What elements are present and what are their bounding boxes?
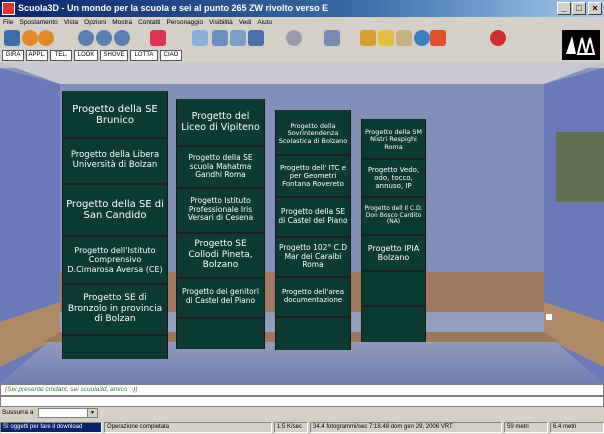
status-distance-1: 59 metri (504, 422, 548, 433)
project-link[interactable]: Progetto della SM Nistri Respighi Roma (362, 122, 425, 158)
home-icon[interactable] (4, 30, 20, 46)
project-link[interactable]: Progetto dell'Istituto Comprensivo D.Cim… (63, 237, 167, 283)
people-icon[interactable] (212, 30, 228, 46)
app-icon[interactable] (2, 2, 15, 15)
menu-bar: File Spostamento Vista Opzioni Mostra Contatt… (0, 17, 604, 28)
project-panel-2: Progetto del Liceo di Vipiteno Progetto … (176, 99, 265, 349)
cmd-shove-button[interactable]: SHOVE (100, 50, 128, 61)
project-link[interactable]: Progetto 102° C.D Mar dei Caraibi Roma (276, 238, 350, 276)
project-link[interactable]: Progetto della SE di Castel del Piano (276, 198, 350, 236)
notes-icon[interactable] (396, 30, 412, 46)
status-downloads: Sì oggetti per fare il download (0, 422, 102, 433)
nav-up-icon[interactable] (114, 30, 130, 46)
3d-viewport[interactable]: Progetto della SE Brunico Progetto della… (0, 62, 604, 384)
menu-aiuto[interactable]: Aiuto (254, 17, 275, 28)
project-link[interactable]: Progetto della Sovrintendenza Scolastica… (276, 114, 350, 154)
project-link[interactable] (362, 307, 425, 340)
project-link[interactable]: Progetto SE Collodi Pineta, Bolzano (177, 234, 264, 276)
panel-divider (63, 283, 167, 285)
title-bar: Scuola3D - Un mondo per la scuola e sei … (0, 0, 604, 17)
chat-log: (Sei presente cmdant, sei scuola3d, amic… (0, 384, 604, 396)
back-icon[interactable] (22, 30, 38, 46)
project-link[interactable]: Progetto dei genitori di Castel del Pian… (177, 279, 264, 315)
status-speed: 1.5 K/sec (274, 422, 308, 433)
cmd-appl-button[interactable]: APPL. (26, 50, 48, 61)
cmd-ciao-button[interactable]: CIAO (160, 50, 182, 61)
command-bar: GIRA APPL. TEL. LOOK SHOVE LOTTA CIAO (0, 49, 604, 62)
project-link[interactable]: Progetto del Liceo di Vipiteno (177, 103, 264, 143)
project-link[interactable]: Progetto della SE di San Candido (63, 187, 167, 233)
cmd-look-button[interactable]: LOOK (74, 50, 98, 61)
menu-vista[interactable]: Vista (61, 17, 81, 28)
menu-personaggio[interactable]: Personaggio (163, 17, 206, 28)
project-link[interactable]: Progetto Vedo, odo, tocco, annuso, IP (362, 160, 425, 196)
forward-icon[interactable] (38, 30, 54, 46)
window-title: Scuola3D - Un mondo per la scuola e sei … (18, 3, 329, 13)
project-link[interactable]: Progetto dell' ITC e per Geometri Fontan… (276, 156, 350, 196)
menu-spostamento[interactable]: Spostamento (16, 17, 60, 28)
project-panel-1: Progetto della SE Brunico Progetto della… (62, 91, 168, 359)
nav-right-icon[interactable] (96, 30, 112, 46)
project-panel-3: Progetto della Sovrintendenza Scolastica… (275, 110, 351, 350)
save-icon[interactable] (286, 30, 302, 46)
status-progress: Operazione completata (104, 422, 272, 433)
whisper-label: Sussurra a (2, 409, 34, 416)
toolbar (0, 28, 604, 49)
project-link[interactable] (63, 337, 167, 357)
project-link[interactable]: Progetto dell'area documentazione (276, 278, 350, 314)
teleport-icon[interactable] (324, 30, 340, 46)
chevron-down-icon[interactable]: ▼ (87, 409, 97, 417)
refresh-icon[interactable] (414, 30, 430, 46)
status-distance-2: 6.4 metri (550, 422, 604, 433)
menu-contatti[interactable]: Contatti (135, 17, 163, 28)
project-panel-4: Progetto della SM Nistri Respighi Roma P… (361, 119, 426, 342)
panel-divider (63, 183, 167, 185)
person-icon[interactable] (192, 30, 208, 46)
project-link[interactable]: Progetto della SE Brunico (63, 95, 167, 135)
close-button[interactable]: × (588, 2, 602, 15)
walk-icon[interactable] (150, 30, 166, 46)
build-icon[interactable] (378, 30, 394, 46)
globe-icon[interactable] (248, 30, 264, 46)
status-fps: 34.4 fotogrammi/sec 7:18.48 dom gen 29, … (310, 422, 502, 433)
panel-divider (63, 137, 167, 139)
minimize-button[interactable]: _ (557, 2, 571, 15)
project-link[interactable]: Progetto SE di Bronzolo in provincia di … (63, 286, 167, 332)
whisper-select[interactable]: ▼ (38, 408, 98, 418)
menu-mostra[interactable]: Mostra (109, 17, 135, 28)
nav-left-icon[interactable] (78, 30, 94, 46)
project-link[interactable] (177, 319, 264, 347)
menu-vedi[interactable]: Vedi (236, 17, 255, 28)
cmd-lotta-button[interactable]: LOTTA (130, 50, 158, 61)
project-link[interactable] (362, 272, 425, 304)
paint-icon[interactable] (430, 30, 446, 46)
stop-icon[interactable] (490, 30, 506, 46)
avatar-icon[interactable] (230, 30, 246, 46)
maximize-button[interactable]: □ (572, 2, 586, 15)
status-bar: Sì oggetti per fare il download Operazio… (0, 421, 604, 434)
project-link[interactable]: Progetto della SE scuola Mahatma Gandhi … (177, 147, 264, 187)
project-link[interactable] (276, 318, 350, 348)
project-link[interactable]: Progetto Istituto Professionale Iris Ver… (177, 189, 264, 231)
tools-icon[interactable] (360, 30, 376, 46)
menu-opzioni[interactable]: Opzioni (81, 17, 109, 28)
cmd-gira-button[interactable]: GIRA (2, 50, 24, 61)
panel-divider (63, 334, 167, 336)
menu-visibilita[interactable]: Visibilità (206, 17, 236, 28)
cmd-tel-button[interactable]: TEL. (50, 50, 72, 61)
menu-file[interactable]: File (0, 17, 16, 28)
project-link[interactable]: Progetto della Libera Università di Bolz… (63, 141, 167, 181)
chat-input[interactable] (0, 396, 604, 407)
project-link[interactable]: Progetto IPIA Bolzano (362, 236, 425, 270)
project-link[interactable]: Progetto dell Il C.D. Don Bosco Cardito … (362, 198, 425, 234)
